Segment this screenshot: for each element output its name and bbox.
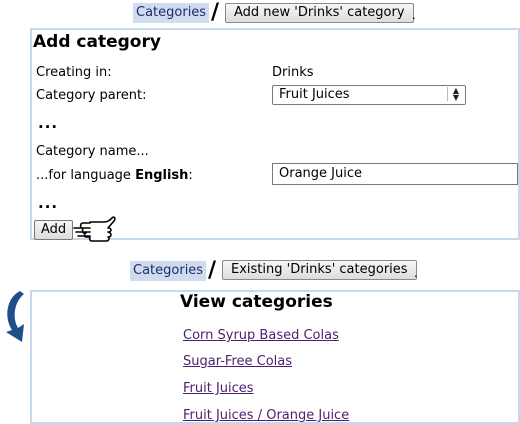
creating-in-label: Creating in:: [36, 65, 112, 80]
category-name-input[interactable]: Orange Juice: [272, 163, 518, 185]
category-parent-label: Category parent:: [36, 88, 147, 103]
categories-link[interactable]: Categories: [133, 3, 210, 23]
top-breadcrumb: Categories / Add new 'Drinks' category .: [0, 2, 520, 26]
breadcrumb-separator: /: [211, 0, 220, 25]
curved-arrow-icon: [6, 291, 24, 342]
language-prefix: ...for language: [36, 168, 136, 183]
panel-title: View categories: [180, 292, 333, 312]
ellipsis: ...: [38, 114, 59, 132]
language-label: ...for language English:: [36, 168, 193, 183]
language-suffix: :: [188, 168, 193, 183]
category-link[interactable]: Corn Syrup Based Colas: [183, 328, 339, 343]
category-parent-value: Fruit Juices: [279, 87, 350, 102]
breadcrumb-trail: .: [412, 8, 416, 22]
add-category-panel: Add category Creating in: Drinks Categor…: [30, 28, 520, 242]
chevron-updown-icon: ▲ ▼: [447, 87, 464, 102]
category-link[interactable]: Fruit Juices / Orange Juice: [183, 408, 349, 423]
bottom-breadcrumb: Categories / Existing 'Drinks' categorie…: [0, 259, 520, 283]
category-link[interactable]: Sugar-Free Colas: [183, 354, 292, 369]
creating-in-value: Drinks: [272, 65, 314, 80]
category-parent-select[interactable]: Fruit Juices ▲ ▼: [272, 85, 466, 105]
ellipsis: ...: [38, 194, 59, 212]
category-name-label: Category name...: [36, 144, 149, 159]
categories-link[interactable]: Categories: [130, 261, 207, 281]
breadcrumb-separator: /: [208, 258, 217, 283]
category-link[interactable]: Fruit Juices: [183, 381, 254, 396]
view-categories-panel: View categories Corn Syrup Based Colas Su…: [30, 290, 520, 424]
existing-categories-button[interactable]: Existing 'Drinks' categories: [222, 260, 417, 280]
breadcrumb-trail: .: [414, 266, 418, 280]
panel-title: Add category: [33, 32, 161, 52]
hand-pointer-icon: [73, 216, 116, 242]
add-new-category-button[interactable]: Add new 'Drinks' category: [225, 3, 414, 23]
add-button[interactable]: Add: [34, 220, 74, 240]
language-name: English: [135, 168, 189, 183]
